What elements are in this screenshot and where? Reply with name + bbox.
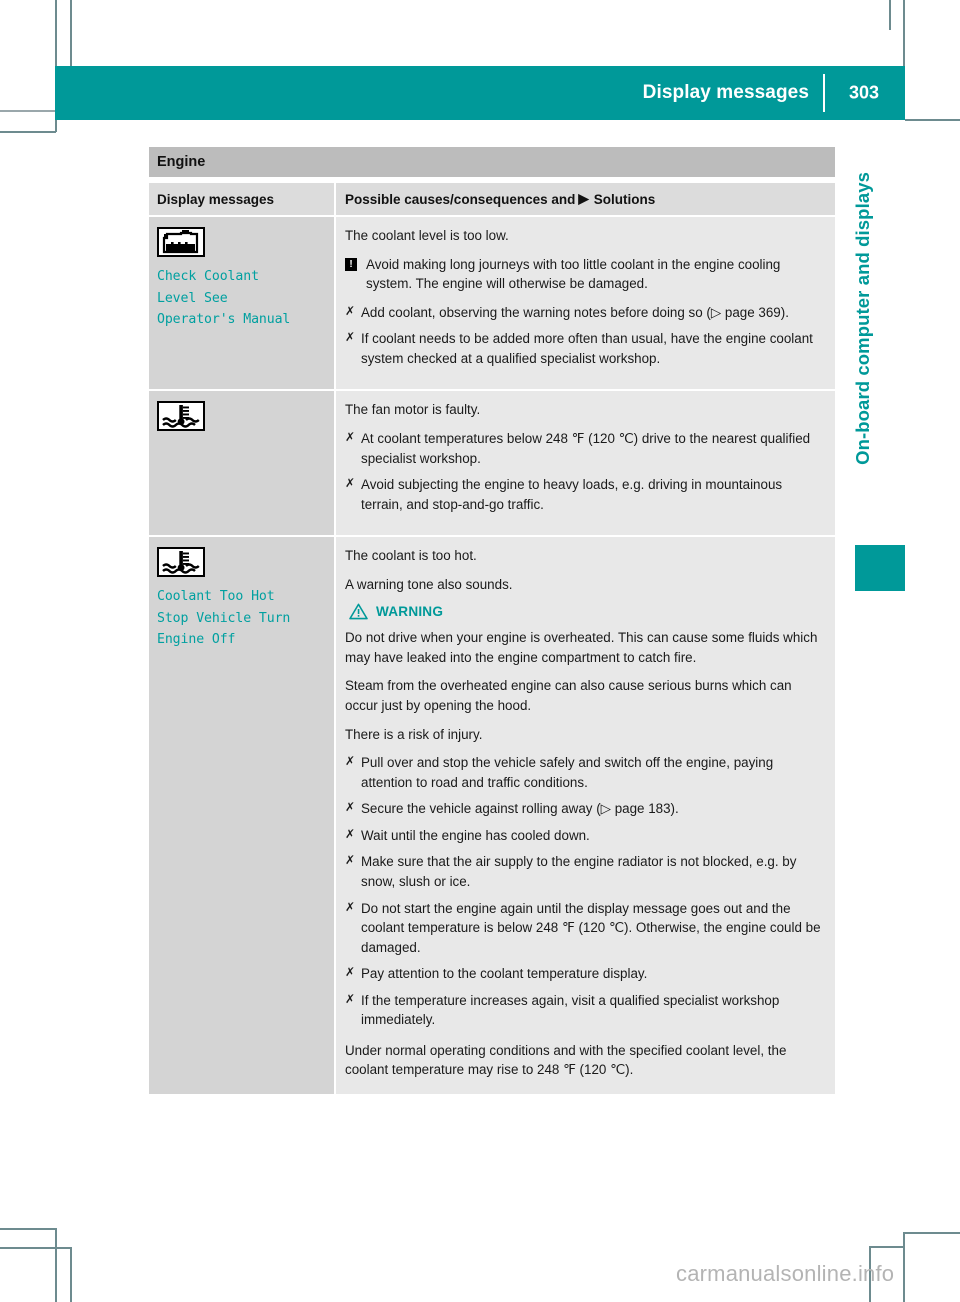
solution-item: ✗ Avoid subjecting the engine to heavy l… — [345, 475, 825, 514]
solution-arrow-icon: ▶ — [578, 191, 589, 206]
page-title: Display messages — [642, 82, 809, 103]
solution-bullet-icon: ✗ — [345, 800, 356, 815]
coolant-temperature-icon-svg — [162, 405, 200, 429]
column-header-display-messages: Display messages — [149, 183, 334, 215]
chapter-tab-text: On-board computer and displays — [852, 172, 873, 465]
warning-heading: WARNING — [349, 603, 825, 620]
solution-item: ✗ Do not start the engine again until th… — [345, 899, 825, 958]
crop-mark-bottom-left-horizontal-2 — [0, 1247, 71, 1249]
table-row-message-cell: Check Coolant Level See Operator's Manua… — [149, 217, 334, 390]
solution-bullet-icon: ✗ — [345, 965, 356, 980]
coolant-temperature-icon — [157, 401, 205, 432]
solution-item: ✗ At coolant temperatures below 248 ℉ (1… — [345, 429, 825, 468]
crop-mark-bottom-left-horizontal — [0, 1228, 56, 1230]
coolant-reservoir-icon — [157, 227, 205, 257]
note-text: Under normal operating conditions and wi… — [345, 1042, 787, 1078]
table-column-header-row: Display messages Possible causes/consequ… — [149, 183, 835, 215]
solution-item: ✗ Make sure that the air supply to the e… — [345, 852, 825, 891]
solution-text: Pull over and stop the vehicle safely an… — [361, 755, 774, 790]
display-messages-table: Engine Display messages Possible causes/… — [149, 147, 835, 1094]
solution-bullet-icon: ✗ — [345, 826, 356, 841]
cause-text: The coolant level is too low. — [345, 228, 509, 243]
column-header-solutions: Possible causes/consequences and ▶ Solutio… — [334, 183, 835, 215]
chapter-tab-label: On-board computer and displays — [846, 172, 880, 552]
solution-bullet-icon: ✗ — [345, 330, 356, 345]
solution-text: Pay attention to the coolant temperature… — [361, 966, 648, 982]
display-message-text: Check Coolant Level See Operator's Manua… — [157, 269, 291, 328]
chapter-tab-marker — [855, 545, 905, 591]
crop-mark-bottom-left-vertical-2 — [70, 1247, 72, 1302]
solution-bullet-icon: ✗ — [345, 429, 356, 444]
solution-text: Make sure that the air supply to the eng… — [361, 854, 797, 889]
solution-text: Do not start the engine again until the … — [361, 900, 821, 955]
cause-text: The fan motor is faulty. — [345, 402, 481, 418]
table-row-message-cell — [149, 391, 334, 536]
table-row: Check Coolant Level See Operator's Manua… — [149, 215, 835, 390]
solution-item: ✗ Wait until the engine has cooled down. — [345, 826, 825, 846]
solution-text: Secure the vehicle against rolling away … — [361, 801, 679, 817]
warning-triangle-icon — [349, 603, 368, 620]
crop-mark-bottom-right-horizontal-2 — [869, 1246, 905, 1248]
crop-mark-bottom-right-vertical — [903, 1232, 905, 1302]
crop-mark-top-right-horizontal — [905, 119, 960, 121]
warning-label: WARNING — [376, 604, 444, 620]
table-row-content-cell: The coolant is too hot. A warning tone a… — [334, 537, 835, 1094]
solution-item: ✗ Pull over and stop the vehicle safely … — [345, 753, 825, 792]
solution-item: ✗ If the temperature increases again, vi… — [345, 991, 825, 1030]
crop-mark-top-right-vertical — [903, 0, 905, 66]
column-header-right-text-before: Possible causes/consequences and — [345, 191, 576, 207]
table-row-content-cell: The fan motor is faulty. ✗ At coolant te… — [334, 391, 835, 536]
solution-text: Add coolant, observing the warning notes… — [361, 304, 789, 320]
solution-text: Wait until the engine has cooled down. — [361, 827, 590, 843]
column-header-left-text: Display messages — [157, 191, 275, 207]
coolant-temperature-icon-svg — [162, 551, 200, 574]
solution-bullet-icon: ✗ — [345, 991, 356, 1006]
solution-text: If the temperature increases again, visi… — [361, 992, 780, 1028]
header-divider — [823, 74, 825, 112]
table-row-content-cell: The coolant level is too low. ! Avoid ma… — [334, 217, 835, 390]
solution-item: ✗ Add coolant, observing the warning not… — [345, 303, 825, 323]
coolant-temperature-icon — [157, 547, 205, 578]
crop-mark-bottom-left-vertical — [55, 1228, 57, 1302]
page-header-band: Display messages 303 — [55, 66, 905, 120]
crop-mark-top-left-horizontal-2 — [0, 131, 56, 133]
warning-text: There is a risk of injury. — [345, 726, 483, 742]
notice-item: ! Avoid making long journeys with too li… — [345, 255, 825, 294]
cause-text: The coolant is too hot. — [345, 548, 477, 564]
warning-text: Do not drive when your engine is overhea… — [345, 630, 818, 665]
table-section-heading: Engine — [149, 147, 835, 177]
solution-bullet-icon: ✗ — [345, 303, 356, 318]
solution-item: ✗ Secure the vehicle against rolling awa… — [345, 799, 825, 819]
solution-bullet-icon: ✗ — [345, 754, 356, 769]
crop-mark-top-right-vertical-2 — [889, 0, 891, 30]
solution-bullet-icon: ✗ — [345, 853, 356, 868]
display-message-text: Coolant Too Hot Stop Vehicle Turn Engine… — [157, 589, 291, 648]
warning-text: Steam from the overheated engine can als… — [345, 678, 792, 713]
page-number: 303 — [848, 82, 879, 103]
solution-item: ✗ If coolant needs to be added more ofte… — [345, 329, 825, 368]
column-header-right-text-after: Solutions — [593, 191, 656, 207]
table-row: The fan motor is faulty. ✗ At coolant te… — [149, 389, 835, 536]
cause-text: A warning tone also sounds. — [345, 576, 513, 592]
solution-bullet-icon: ✗ — [345, 899, 356, 914]
solution-item: ✗ Pay attention to the coolant temperatu… — [345, 964, 825, 984]
crop-mark-bottom-right-horizontal — [903, 1232, 960, 1234]
solution-text: If coolant needs to be added more often … — [361, 331, 813, 366]
notice-icon: ! — [345, 257, 357, 271]
coolant-reservoir-icon-svg — [162, 230, 199, 254]
solution-text: Avoid subjecting the engine to heavy loa… — [361, 477, 783, 512]
watermark: carmanualsonline.info — [676, 1261, 895, 1286]
table-row: Coolant Too Hot Stop Vehicle Turn Engine… — [149, 535, 835, 1094]
table-row-message-cell: Coolant Too Hot Stop Vehicle Turn Engine… — [149, 537, 334, 1094]
solution-text: At coolant temperatures below 248 ℉ (120… — [361, 430, 811, 466]
crop-mark-top-left-horizontal — [0, 110, 56, 112]
notice-text: Avoid making long journeys with too litt… — [366, 256, 781, 292]
solution-bullet-icon: ✗ — [345, 476, 356, 491]
table-section-heading-text: Engine — [157, 154, 206, 170]
